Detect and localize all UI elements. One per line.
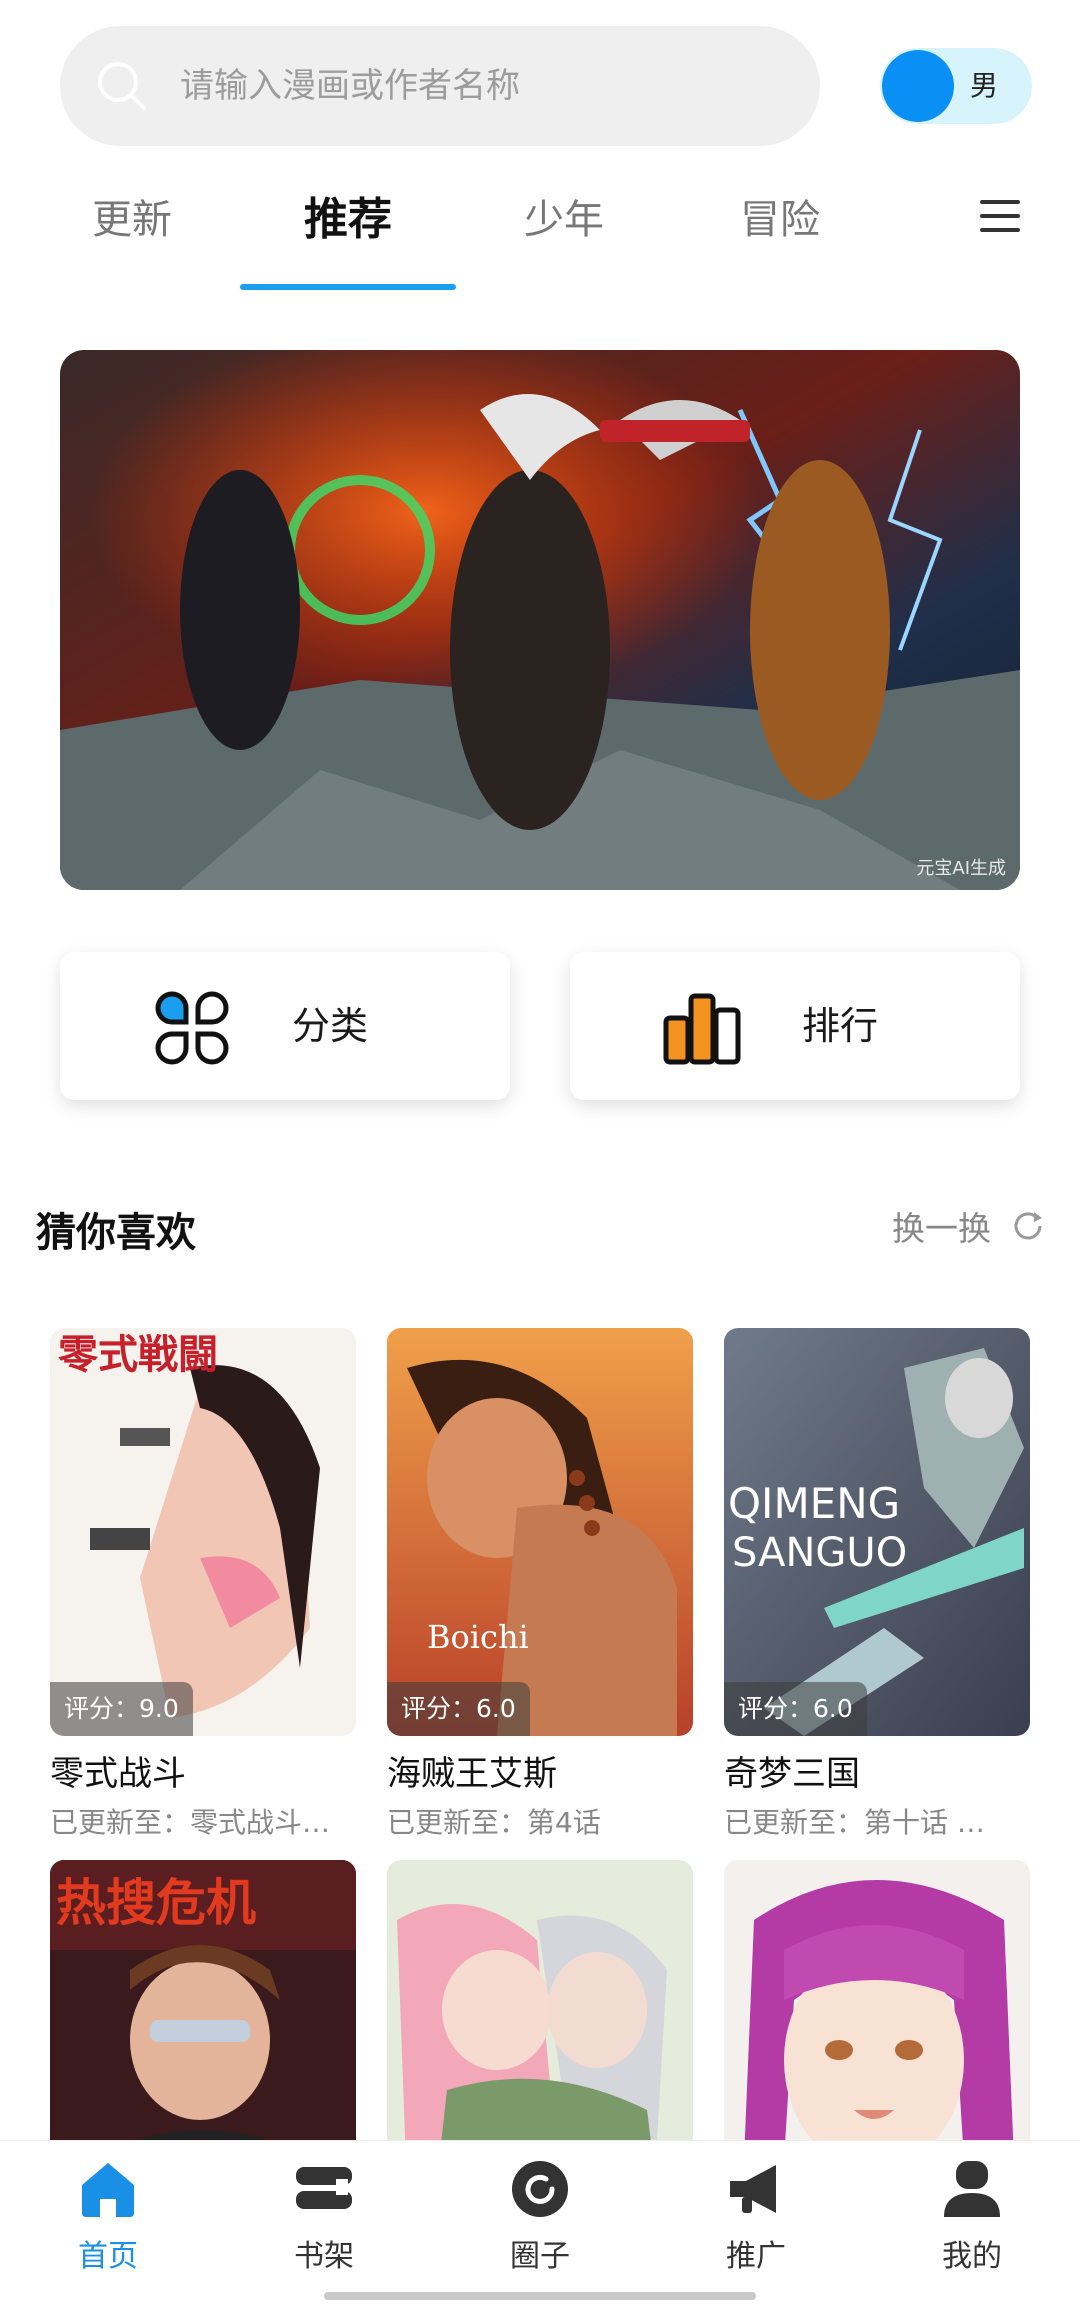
comic-title: 海贼王艾斯	[387, 1754, 557, 1794]
category-icon	[155, 991, 229, 1065]
menu-icon[interactable]	[980, 200, 1020, 240]
gender-toggle[interactable]: 男	[880, 48, 1032, 124]
ranking-label: 排行	[802, 1004, 879, 1048]
comic-card[interactable]: 零式戦闘 评分：9.0 零式战斗 已更新至：零式战斗…	[50, 1328, 356, 1841]
circle-icon	[512, 2161, 568, 2217]
cover-title-text: 零式戦闘	[58, 1332, 218, 1378]
cover-title-text: 热搜危机	[56, 1874, 256, 1932]
nav-label: 圈子	[510, 2239, 570, 2274]
profile-icon	[944, 2161, 1000, 2217]
comic-update: 已更新至：第十话 …	[724, 1806, 985, 1839]
home-indicator	[324, 2292, 756, 2300]
tab-youth[interactable]: 少年	[456, 190, 672, 250]
score-badge: 评分：6.0	[387, 1682, 530, 1736]
nav-label: 书架	[294, 2239, 354, 2274]
search-icon	[98, 62, 146, 110]
banner-carousel[interactable]: 元宝AI生成	[60, 350, 1020, 890]
cover-title-text: QIMENG	[728, 1479, 900, 1528]
comic-cover: Boichi 评分：6.0	[387, 1328, 693, 1736]
score-badge: 评分：6.0	[724, 1682, 867, 1736]
comic-update: 已更新至：零式战斗…	[50, 1806, 331, 1839]
gender-label: 男	[970, 69, 999, 102]
banner-watermark: 元宝AI生成	[916, 858, 1006, 879]
nav-label: 我的	[942, 2239, 1002, 2274]
category-label: 分类	[292, 1004, 369, 1048]
search-bar[interactable]	[60, 26, 820, 146]
home-icon	[82, 2163, 134, 2217]
category-button[interactable]: 分类	[60, 952, 510, 1100]
tab-recommend[interactable]: 推荐	[240, 190, 456, 250]
comic-cover: 零式戦闘 评分：9.0	[50, 1328, 356, 1736]
comic-card[interactable]: QIMENG SANGUO 评分：6.0 奇梦三国 已更新至：第十话 …	[724, 1328, 1030, 1841]
nav-circle[interactable]: 圈子	[470, 2159, 610, 2275]
tab-adventure[interactable]: 冒险	[672, 190, 888, 250]
tab-update[interactable]: 更新	[24, 190, 240, 250]
toggle-knob	[882, 50, 954, 122]
nav-promote[interactable]: 推广	[686, 2159, 826, 2275]
section-title: 猜你喜欢	[36, 1210, 196, 1256]
comic-update: 已更新至：第4话	[387, 1806, 601, 1839]
search-input[interactable]	[180, 26, 780, 146]
nav-bookshelf[interactable]: 书架	[254, 2159, 394, 2275]
refresh-icon[interactable]	[1010, 1208, 1046, 1244]
bottom-navigation: 首页 书架 圈子 推广 我的	[0, 2140, 1080, 2306]
ranking-button[interactable]: 排行	[570, 952, 1020, 1100]
cover-title-text: Boichi	[427, 1618, 529, 1656]
ranking-icon	[663, 993, 741, 1065]
megaphone-icon	[730, 2165, 776, 2213]
bookshelf-icon	[296, 2167, 352, 2209]
category-tabs: 更新 推荐 少年 冒险	[0, 160, 1080, 290]
nav-home[interactable]: 首页	[38, 2159, 178, 2275]
cover-subtitle-text: SANGUO	[732, 1530, 907, 1576]
banner-image	[60, 350, 1020, 890]
refresh-button[interactable]: 换一换	[892, 1202, 991, 1250]
comic-cover: QIMENG SANGUO 评分：6.0	[724, 1328, 1030, 1736]
comic-title: 零式战斗	[50, 1754, 186, 1794]
nav-profile[interactable]: 我的	[902, 2159, 1042, 2275]
comic-card[interactable]: Boichi 评分：6.0 海贼王艾斯 已更新至：第4话	[387, 1328, 693, 1841]
active-tab-indicator	[240, 284, 456, 290]
score-badge: 评分：9.0	[50, 1682, 193, 1736]
nav-label: 推广	[726, 2239, 786, 2274]
nav-label: 首页	[78, 2239, 138, 2274]
comic-title: 奇梦三国	[724, 1754, 860, 1794]
